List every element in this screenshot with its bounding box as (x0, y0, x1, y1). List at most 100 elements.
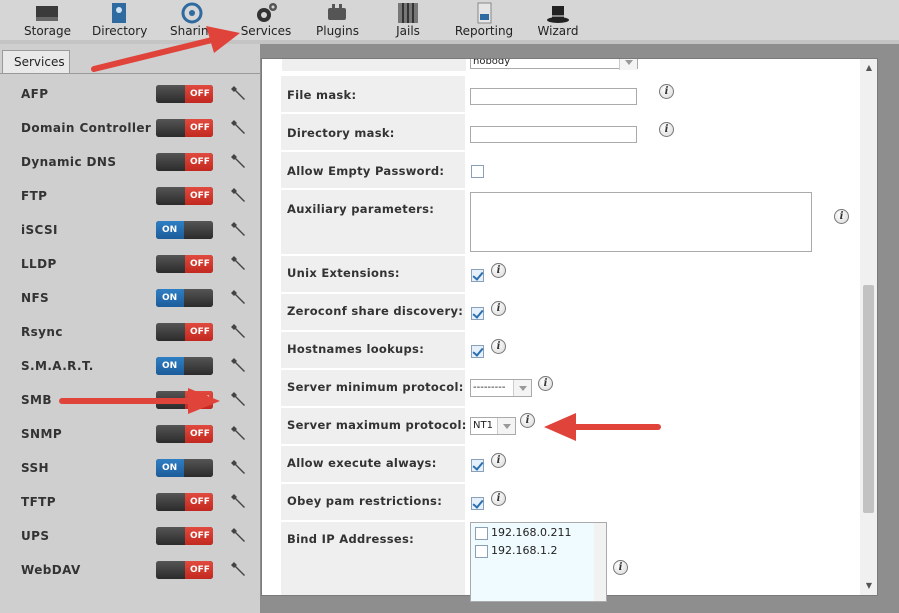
wrench-icon[interactable] (231, 357, 247, 373)
service-toggle[interactable]: ONOFF (156, 527, 213, 545)
dialog-scrollbar-thumb[interactable] (863, 285, 874, 513)
scroll-down-icon[interactable]: ▼ (864, 582, 874, 590)
guest-account-label-cell (282, 59, 466, 71)
service-toggle[interactable]: ONOFF (156, 85, 213, 103)
row-server-min-protocol: Server minimum protocol: (281, 370, 860, 406)
service-name: UPS (21, 529, 50, 543)
nav-services[interactable]: Services (240, 0, 292, 40)
unix-extensions-checkbox[interactable] (471, 269, 484, 282)
bind-ip-listbox[interactable]: 192.168.0.211 192.168.1.2 (470, 522, 607, 602)
chevron-down-icon (619, 59, 637, 70)
service-name: SSH (21, 461, 49, 475)
services-icon (257, 3, 277, 22)
wrench-icon[interactable] (231, 323, 247, 339)
wrench-icon[interactable] (231, 119, 247, 135)
service-toggle[interactable]: ONOFF (156, 425, 213, 443)
service-row: UPS ONOFF (0, 527, 260, 563)
service-toggle[interactable]: ONOFF (156, 493, 213, 511)
service-row: Dynamic DNS ONOFF (0, 153, 260, 189)
file-mask-info-icon[interactable]: i (659, 84, 674, 99)
nav-directory[interactable]: Directory (92, 0, 147, 40)
wrench-icon[interactable] (231, 527, 247, 543)
service-toggle[interactable]: ONOFF (156, 561, 213, 579)
service-name: LLDP (21, 257, 57, 271)
toggle-knob (184, 221, 213, 239)
tab-services[interactable]: Services (2, 50, 70, 74)
bind-ip-option[interactable]: 192.168.1.2 (475, 544, 557, 558)
zeroconf-info-icon[interactable]: i (491, 301, 506, 316)
service-toggle[interactable]: ONOFF (156, 119, 213, 137)
auxiliary-parameters-textarea[interactable] (470, 192, 812, 252)
directory-mask-input[interactable] (470, 126, 637, 143)
allow-execute-always-info-icon[interactable]: i (491, 453, 506, 468)
guest-account-select[interactable]: nobody (470, 59, 638, 70)
server-max-protocol-info-icon[interactable]: i (520, 413, 535, 428)
file-mask-input[interactable] (470, 88, 637, 105)
unix-extensions-info-icon[interactable]: i (491, 263, 506, 278)
obey-pam-checkbox[interactable] (471, 497, 484, 510)
toggle-knob (184, 289, 213, 307)
zeroconf-checkbox[interactable] (471, 307, 484, 320)
wrench-icon[interactable] (231, 289, 247, 305)
server-min-protocol-select[interactable]: --------- (470, 379, 532, 397)
listbox-scrollbar[interactable] (594, 523, 606, 601)
file-mask-label: File mask: (287, 88, 357, 102)
wrench-icon[interactable] (231, 459, 247, 475)
value-cell (468, 446, 860, 482)
service-toggle[interactable]: ONOFF (156, 153, 213, 171)
label-cell: Server minimum protocol: (281, 370, 465, 406)
server-max-protocol-select[interactable]: NT1 (470, 417, 516, 435)
value-cell (468, 256, 860, 292)
obey-pam-info-icon[interactable]: i (491, 491, 506, 506)
bind-ip-option[interactable]: 192.168.0.211 (475, 526, 571, 540)
service-name: Rsync (21, 325, 63, 339)
bind-ip-info-icon[interactable]: i (613, 560, 628, 575)
label-cell: File mask: (281, 76, 465, 112)
wrench-icon[interactable] (231, 391, 247, 407)
toggle-off-label: OFF (185, 255, 213, 273)
toggle-knob (156, 391, 185, 409)
nav-storage[interactable]: Storage (24, 0, 71, 40)
nav-wizard[interactable]: Wizard (536, 0, 580, 40)
allow-empty-password-checkbox[interactable] (471, 165, 484, 178)
scroll-up-icon[interactable]: ▲ (864, 64, 874, 72)
zeroconf-label: Zeroconf share discovery: (287, 304, 464, 318)
bind-ip-option-checkbox[interactable] (475, 526, 488, 540)
wrench-icon[interactable] (231, 255, 247, 271)
service-toggle[interactable]: ONOFF (156, 289, 213, 307)
service-name: Domain Controller (21, 121, 152, 135)
service-toggle[interactable]: ONOFF (156, 357, 213, 375)
directory-mask-info-icon[interactable]: i (659, 122, 674, 137)
wrench-icon[interactable] (231, 561, 247, 577)
auxiliary-parameters-info-icon[interactable]: i (834, 209, 849, 224)
nav-sharing[interactable]: Sharing (170, 0, 216, 40)
service-toggle[interactable]: ONOFF (156, 391, 213, 409)
chevron-down-icon (513, 380, 531, 396)
wrench-icon[interactable] (231, 425, 247, 441)
wrench-icon[interactable] (231, 85, 247, 101)
wrench-icon[interactable] (231, 153, 247, 169)
service-toggle[interactable]: ONOFF (156, 323, 213, 341)
service-toggle[interactable]: ONOFF (156, 255, 213, 273)
allow-execute-always-checkbox[interactable] (471, 459, 484, 472)
service-toggle[interactable]: ONOFF (156, 187, 213, 205)
wrench-icon[interactable] (231, 493, 247, 509)
row-allow-execute-always: Allow execute always: (281, 446, 860, 482)
nav-plugins[interactable]: Plugins (316, 0, 359, 40)
label-cell: Auxiliary parameters: (281, 190, 465, 254)
bind-ip-option-checkbox[interactable] (475, 544, 488, 558)
service-row: FTP ONOFF (0, 187, 260, 223)
hostnames-lookups-info-icon[interactable]: i (491, 339, 506, 354)
hostnames-lookups-checkbox[interactable] (471, 345, 484, 358)
allow-empty-password-label: Allow Empty Password: (287, 164, 445, 178)
service-toggle[interactable]: ONOFF (156, 221, 213, 239)
service-row: Rsync ONOFF (0, 323, 260, 359)
toggle-off-label: OFF (185, 391, 213, 409)
service-toggle[interactable]: ONOFF (156, 459, 213, 477)
wrench-icon[interactable] (231, 187, 247, 203)
nav-jails[interactable]: Jails (392, 0, 424, 40)
wrench-icon[interactable] (231, 221, 247, 237)
sharing-icon (181, 2, 203, 24)
nav-reporting[interactable]: Reporting (454, 0, 514, 40)
server-min-protocol-info-icon[interactable]: i (538, 376, 553, 391)
